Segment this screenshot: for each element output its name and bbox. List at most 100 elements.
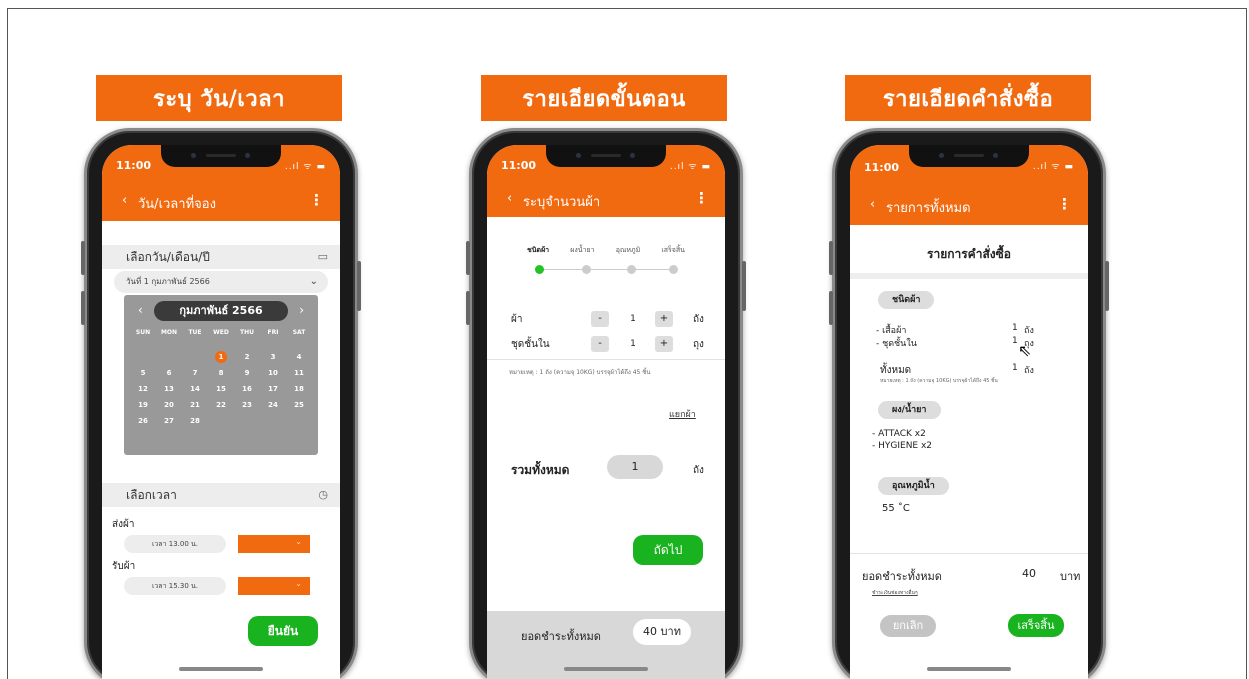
underwear-plus-button[interactable]: + bbox=[655, 336, 673, 352]
pickup-time-field[interactable]: เวลา 15.30 น. bbox=[124, 577, 226, 595]
chevron-down-icon: ⌄ bbox=[295, 537, 302, 546]
divider bbox=[487, 359, 725, 360]
calendar-day[interactable]: 12 bbox=[130, 381, 156, 397]
calendar-day[interactable]: 20 bbox=[156, 397, 182, 413]
phone-process-details: 11:00 ..ıl ᯤ ▬ ‹ ระบุจำนวนผ้า ⋮ ชนิดผ้า … bbox=[466, 128, 746, 679]
phone-date-time: 11:00 ..ıl ᯤ ▬ ‹ วัน/เวลาที่จอง ⋮ เลือกว… bbox=[81, 128, 361, 679]
weekday: THU bbox=[240, 329, 254, 336]
calendar-day[interactable]: 9 bbox=[234, 365, 260, 381]
pickup-time-dropdown[interactable]: ⌄ bbox=[238, 577, 310, 595]
calendar-day[interactable]: 13 bbox=[156, 381, 182, 397]
calendar-day[interactable]: 24 bbox=[260, 397, 286, 413]
calendar-day[interactable]: 18 bbox=[286, 381, 312, 397]
date-value: วันที่ 1 กุมภาพันธ์ 2566 bbox=[126, 277, 210, 286]
divider bbox=[850, 273, 1088, 279]
step-temperature[interactable]: อุณหภูมิ bbox=[616, 245, 641, 256]
calendar-day[interactable]: 10 bbox=[260, 365, 286, 381]
calendar-day-selected[interactable]: 1 bbox=[208, 349, 234, 365]
calendar-day[interactable]: 3 bbox=[260, 349, 286, 365]
calendar-day[interactable]: 22 bbox=[208, 397, 234, 413]
kebab-menu-icon[interactable]: ⋮ bbox=[309, 191, 324, 209]
calendar-empty-cell bbox=[130, 349, 156, 365]
chevron-left-icon[interactable]: ‹ bbox=[507, 191, 512, 206]
done-button[interactable]: เสร็จสิ้น bbox=[1008, 614, 1064, 637]
calendar-day[interactable]: 19 bbox=[130, 397, 156, 413]
powder-item: - ATTACK x2 bbox=[872, 429, 926, 439]
calendar-day[interactable]: 26 bbox=[130, 413, 156, 429]
calendar-day[interactable]: 16 bbox=[234, 381, 260, 397]
underwear-label: ชุดชั้นใน bbox=[511, 339, 550, 350]
send-time-field[interactable]: เวลา 13.00 น. bbox=[124, 535, 226, 553]
total-unit: ถัง bbox=[693, 465, 704, 476]
home-indicator bbox=[179, 667, 263, 671]
step-dot bbox=[669, 265, 678, 274]
banner-order-details: รายเอียดคำสั่งซื้อ bbox=[845, 75, 1091, 121]
calendar-day[interactable]: 28 bbox=[182, 413, 208, 429]
step-dot bbox=[582, 265, 591, 274]
confirm-button[interactable]: ยืนยัน bbox=[248, 616, 318, 646]
screen: 11:00 ..ıl ᯤ ▬ ‹ วัน/เวลาที่จอง ⋮ เลือกว… bbox=[102, 145, 340, 679]
calendar-day[interactable]: 17 bbox=[260, 381, 286, 397]
weekday: SUN bbox=[135, 329, 151, 336]
fabric-total-unit: ถัง bbox=[1024, 366, 1034, 376]
step-powder[interactable]: ผงน้ำยา bbox=[570, 245, 594, 256]
fabric-item-qty: 1 bbox=[1012, 323, 1018, 333]
pay-total-label: ยอดชำระทั้งหมด bbox=[862, 570, 942, 583]
calendar-day[interactable]: 21 bbox=[182, 397, 208, 413]
calendar-day[interactable]: 11 bbox=[286, 365, 312, 381]
fabric-item-name: - ชุดชั้นใน bbox=[876, 339, 917, 349]
prev-month-icon[interactable]: ‹ bbox=[138, 303, 143, 317]
kebab-menu-icon[interactable]: ⋮ bbox=[1057, 195, 1072, 213]
fabric-unit: ถัง bbox=[693, 314, 704, 325]
cancel-button[interactable]: ยกเลิก bbox=[880, 615, 936, 637]
mouse-pointer-icon: ⇖ bbox=[1018, 341, 1032, 360]
next-button[interactable]: ถัดไป bbox=[633, 535, 703, 565]
calendar-day[interactable]: 2 bbox=[234, 349, 260, 365]
calendar-day[interactable]: 25 bbox=[286, 397, 312, 413]
status-icons: ..ıl ᯤ ▬ bbox=[1032, 162, 1074, 172]
calendar-day[interactable]: 23 bbox=[234, 397, 260, 413]
clock-icon[interactable]: ◷ bbox=[318, 483, 328, 507]
underwear-minus-button[interactable]: - bbox=[591, 336, 609, 352]
next-month-icon[interactable]: › bbox=[299, 303, 304, 317]
chevron-left-icon[interactable]: ‹ bbox=[870, 197, 875, 212]
pickup-label: รับผ้า bbox=[112, 561, 136, 572]
step-fabric[interactable]: ชนิดผ้า bbox=[527, 245, 549, 256]
calendar-day[interactable]: 6 bbox=[156, 365, 182, 381]
total-label: รวมทั้งหมด bbox=[511, 463, 570, 477]
step-line bbox=[535, 269, 675, 270]
calendar: ‹ กุมภาพันธ์ 2566 › SUN MON TUE WED THU … bbox=[124, 295, 318, 455]
calendar-day[interactable]: 4 bbox=[286, 349, 312, 365]
fabric-minus-button[interactable]: - bbox=[591, 311, 609, 327]
banner-process-details: รายเอียดขั้นตอน bbox=[481, 75, 727, 121]
selected-day-number: 1 bbox=[215, 351, 227, 363]
step-labels: ชนิดผ้า ผงน้ำยา อุณหภูมิ เสร็จสิ้น bbox=[527, 245, 685, 256]
calendar-day[interactable]: 15 bbox=[208, 381, 234, 397]
fabric-plus-button[interactable]: + bbox=[655, 311, 673, 327]
date-dropdown[interactable]: วันที่ 1 กุมภาพันธ์ 2566 ⌄ bbox=[114, 271, 328, 293]
header-title: รายการทั้งหมด bbox=[886, 201, 971, 216]
calendar-day[interactable]: 8 bbox=[208, 365, 234, 381]
separate-fabric-link[interactable]: แยกผ้า bbox=[669, 407, 696, 421]
step-done[interactable]: เสร็จสิ้น bbox=[661, 245, 685, 256]
calendar-icon[interactable]: ▭ bbox=[318, 245, 328, 269]
weekday: WED bbox=[213, 329, 229, 336]
fabric-total-label: ทั้งหมด bbox=[880, 365, 912, 376]
calendar-day[interactable]: 27 bbox=[156, 413, 182, 429]
home-indicator bbox=[564, 667, 648, 671]
chevron-left-icon[interactable]: ‹ bbox=[122, 193, 127, 208]
kebab-menu-icon[interactable]: ⋮ bbox=[694, 189, 709, 207]
powder-item: - HYGIENE x2 bbox=[872, 441, 933, 451]
send-time-dropdown[interactable]: ⌄ bbox=[238, 535, 310, 553]
other-payment-link[interactable]: ชำระเงินช่องทางอื่นๆ bbox=[872, 589, 918, 597]
time-section-label: เลือกเวลา bbox=[126, 488, 177, 502]
calendar-day[interactable]: 7 bbox=[182, 365, 208, 381]
temperature-value: 55 ˚C bbox=[882, 503, 910, 514]
underwear-unit: ถุง bbox=[693, 339, 704, 350]
date-section-header: เลือกวัน/เดือน/ปี ▭ bbox=[102, 245, 340, 269]
step-dot-active bbox=[535, 265, 544, 274]
calendar-days: 1 2 3 4 5 6 7 8 9 10 11 12 13 14 15 16 17 18 19 20 21 22 23 24 2… bbox=[130, 349, 312, 429]
calendar-day[interactable]: 14 bbox=[182, 381, 208, 397]
fabric-chip: ชนิดผ้า bbox=[878, 291, 935, 309]
calendar-day[interactable]: 5 bbox=[130, 365, 156, 381]
